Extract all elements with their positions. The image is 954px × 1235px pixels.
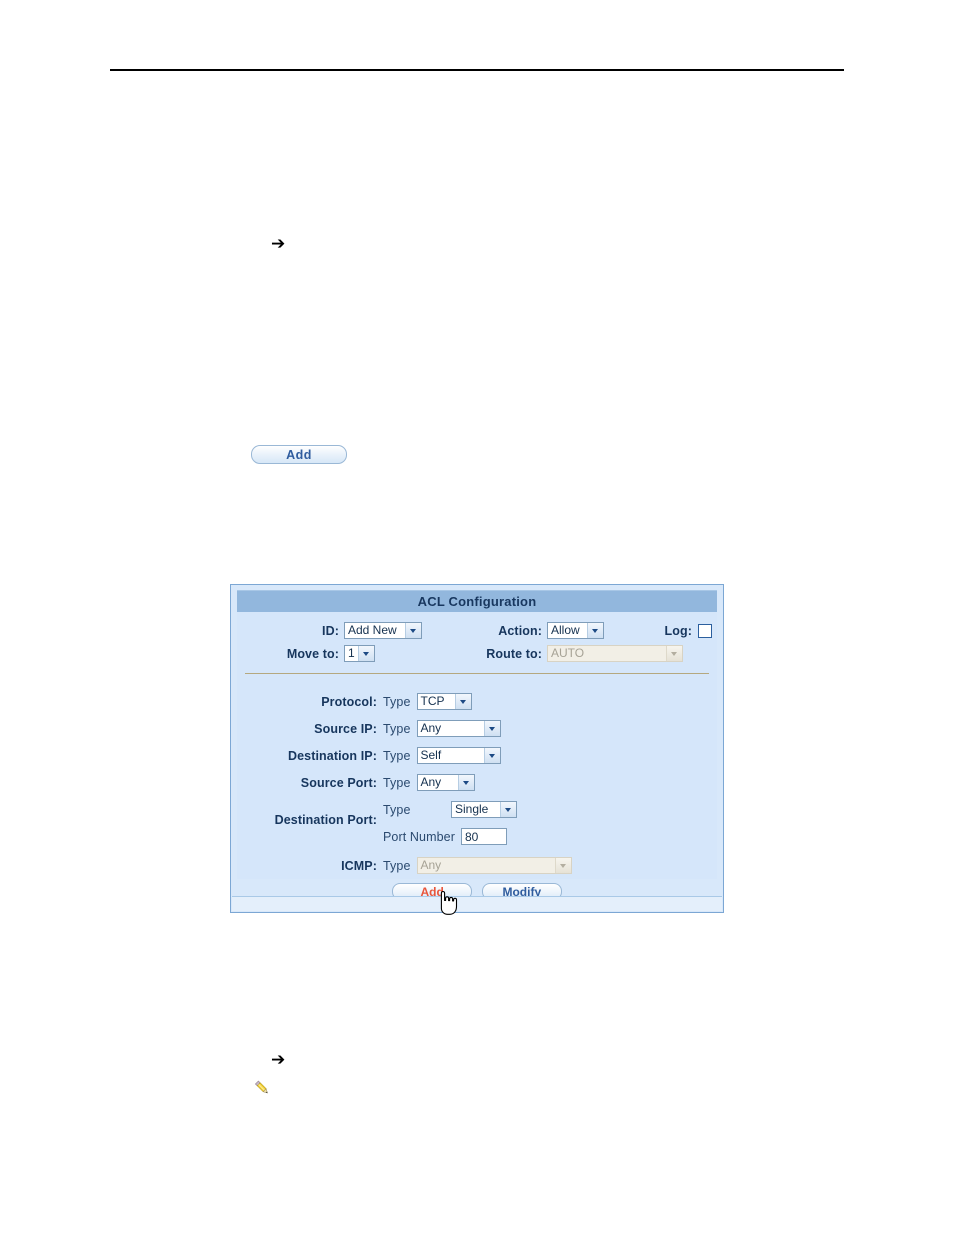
destination-port-number-row: Port Number bbox=[237, 823, 717, 850]
acl-configuration-panel: ACL Configuration ID: Add New Action: Al… bbox=[230, 584, 724, 913]
destination-port-type-select[interactable]: Single bbox=[451, 801, 517, 818]
icmp-type-value: Any bbox=[420, 858, 442, 872]
protocol-type-select[interactable]: TCP bbox=[416, 693, 472, 710]
destination-port-type-row: Type Single bbox=[237, 796, 717, 823]
source-ip-label: Source IP: bbox=[314, 721, 377, 736]
route-to-select: AUTO bbox=[547, 645, 683, 662]
source-port-type-value: Any bbox=[420, 775, 442, 789]
action-select-value: Allow bbox=[551, 623, 580, 637]
port-number-label: Port Number bbox=[383, 829, 455, 844]
log-label: Log: bbox=[664, 623, 692, 638]
protocol-type-value: TCP bbox=[420, 694, 445, 708]
route-to-label: Route to: bbox=[486, 646, 542, 661]
row-moveto-routeto: Move to: 1 Route to: AUTO bbox=[237, 642, 717, 665]
row-source-ip: Source IP: Type Any bbox=[237, 715, 717, 742]
chevron-down-icon[interactable] bbox=[405, 623, 421, 638]
action-label: Action: bbox=[498, 623, 542, 638]
id-select-value: Add New bbox=[348, 623, 397, 637]
page-header-rule bbox=[110, 69, 844, 71]
arrow-right-icon: ➔ bbox=[271, 1050, 286, 1070]
arrow-right-icon: ➔ bbox=[271, 234, 286, 254]
destination-ip-type-value: Self bbox=[420, 748, 442, 762]
source-port-type-select[interactable]: Any bbox=[416, 774, 475, 791]
chevron-down-icon[interactable] bbox=[457, 775, 474, 790]
protocol-label: Protocol: bbox=[321, 694, 377, 709]
destination-port-type-value: Single bbox=[455, 802, 489, 816]
row-destination-port: Destination Port: Type Single Port Numbe… bbox=[237, 796, 717, 850]
move-to-select[interactable]: 1 bbox=[344, 645, 375, 662]
move-to-select-value: 1 bbox=[348, 646, 355, 660]
port-number-input[interactable] bbox=[460, 828, 507, 845]
add-button-standalone[interactable]: Add bbox=[251, 445, 347, 464]
route-to-select-value: AUTO bbox=[551, 646, 585, 660]
destination-ip-label: Destination IP: bbox=[287, 748, 377, 763]
panel-title: ACL Configuration bbox=[237, 590, 717, 612]
panel-separator bbox=[245, 673, 709, 674]
row-id-action-log: ID: Add New Action: Allow Log: bbox=[237, 619, 717, 642]
icmp-label: ICMP: bbox=[341, 858, 377, 873]
source-port-type-label: Type bbox=[383, 775, 411, 790]
id-label: ID: bbox=[322, 623, 339, 638]
row-icmp: ICMP: Type Any bbox=[237, 852, 717, 879]
destination-ip-type-select[interactable]: Self bbox=[416, 747, 501, 764]
action-select[interactable]: Allow bbox=[547, 622, 604, 639]
chevron-down-icon bbox=[666, 646, 682, 661]
row-protocol: Protocol: Type TCP bbox=[237, 688, 717, 715]
pencil-note-icon bbox=[252, 1078, 272, 1098]
chevron-down-icon bbox=[554, 858, 571, 873]
source-port-label: Source Port: bbox=[300, 775, 377, 790]
panel-body: ID: Add New Action: Allow Log: Move to: … bbox=[237, 612, 717, 879]
row-source-port: Source Port: Type Any bbox=[237, 769, 717, 796]
log-checkbox[interactable] bbox=[698, 623, 712, 638]
destination-port-type-label: Type bbox=[383, 802, 411, 817]
move-to-label: Move to: bbox=[286, 646, 339, 661]
chevron-down-icon[interactable] bbox=[483, 748, 500, 763]
chevron-down-icon[interactable] bbox=[500, 802, 516, 817]
chevron-down-icon[interactable] bbox=[587, 623, 603, 638]
source-ip-type-value: Any bbox=[420, 721, 442, 735]
chevron-down-icon[interactable] bbox=[358, 646, 374, 661]
panel-footer-strip bbox=[232, 896, 722, 911]
source-ip-type-select[interactable]: Any bbox=[416, 720, 501, 737]
chevron-down-icon[interactable] bbox=[483, 721, 500, 736]
icmp-type-label: Type bbox=[383, 858, 411, 873]
source-ip-type-label: Type bbox=[383, 721, 411, 736]
destination-ip-type-label: Type bbox=[383, 748, 411, 763]
protocol-type-label: Type bbox=[383, 694, 411, 709]
row-destination-ip: Destination IP: Type Self bbox=[237, 742, 717, 769]
id-select[interactable]: Add New bbox=[344, 622, 422, 639]
icmp-type-select: Any bbox=[416, 857, 572, 874]
chevron-down-icon[interactable] bbox=[454, 694, 471, 709]
